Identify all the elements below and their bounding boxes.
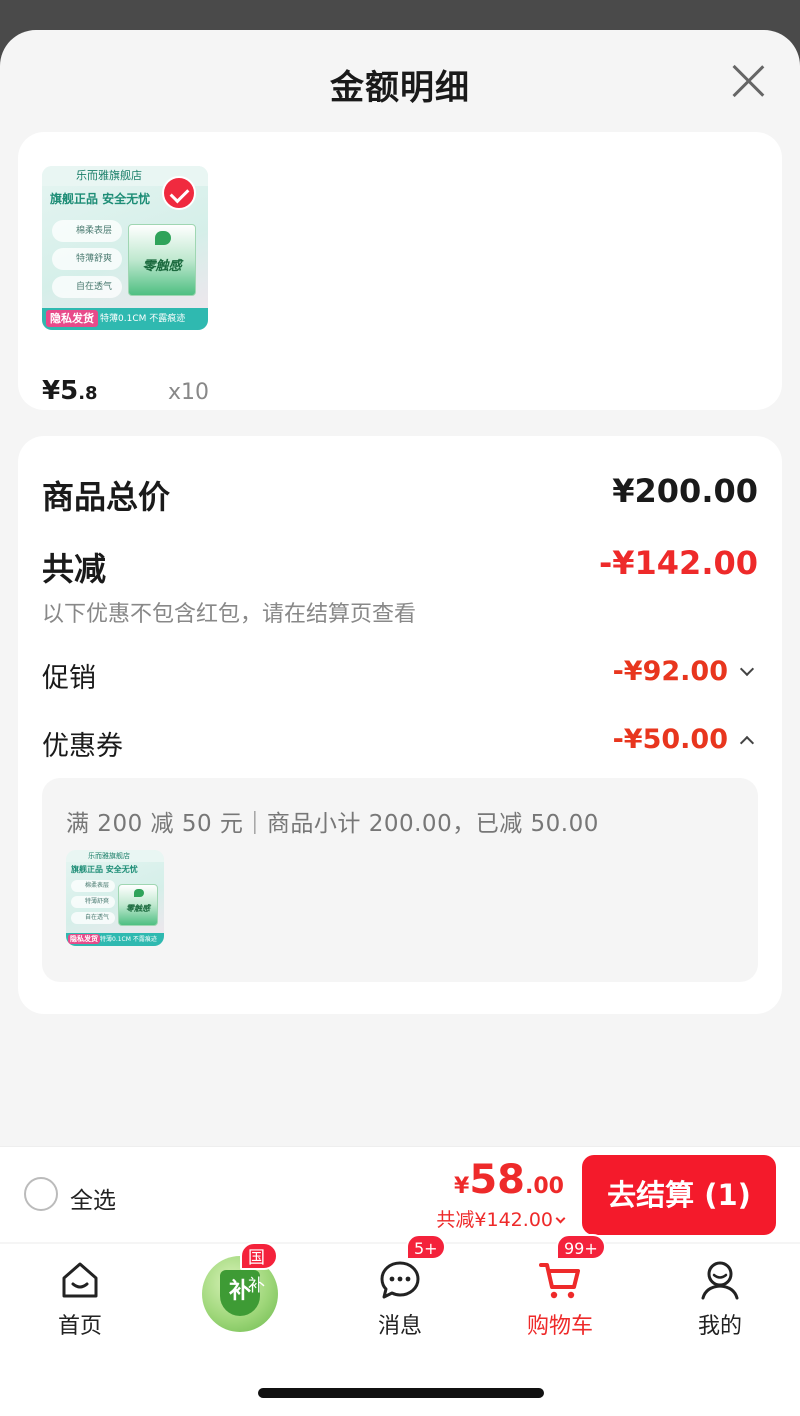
discount-note: 以下优惠不包含红包，请在结算页查看 [42, 602, 417, 627]
tab-mine-label: 我的 [697, 1314, 742, 1339]
tab-messages[interactable]: 5+ 消息 [340, 1234, 460, 1344]
checkout-bar: 全选 ¥58.00 共减¥142.00 去结算 (1) [0, 1146, 800, 1242]
sheet-header: 金额明细 [0, 30, 800, 130]
tab-messages-label: 消息 [377, 1314, 422, 1339]
checkout-button[interactable]: 去结算 (1) [582, 1155, 776, 1235]
messages-badge: 5+ [406, 1234, 446, 1260]
chevron-up-icon[interactable] [739, 735, 755, 751]
product-image-feature: 特薄舒爽 [71, 896, 115, 908]
item-price-int: ¥5 [42, 376, 79, 406]
private-shipping-tag: 隐私发货 [68, 934, 100, 944]
reduce-value: -¥142.00 [598, 544, 758, 582]
tab-mine[interactable]: 我的 [660, 1244, 780, 1344]
tab-home[interactable]: 首页 [20, 1244, 140, 1344]
pay-price-currency: ¥ [454, 1174, 470, 1199]
chevron-down-icon [555, 1213, 566, 1224]
product-image-feature: 棉柔表层 [71, 880, 115, 892]
price-detail-card: 商品总价 ¥200.00 共减 -¥142.00 以下优惠不包含红包，请在结算页… [18, 436, 782, 1014]
message-icon [380, 1261, 420, 1299]
select-all-label[interactable]: 全选 [70, 1181, 116, 1215]
sheet-title: 金额明细 [330, 68, 470, 108]
close-icon[interactable] [730, 62, 766, 98]
coupon-description: 满 200 减 50 元｜商品小计 200.00，已减 50.00 [66, 811, 599, 837]
total-label: 商品总价 [42, 478, 171, 516]
subsidy-icon: 补 国补 [202, 1242, 278, 1332]
reduce-label: 共减 [42, 550, 107, 588]
product-image-tagline: 旗舰正品 安全无忧 [71, 865, 138, 874]
bottom-tab-bar: 首页 补 国补 5+ 消息 99+ 购物车 我的 [0, 1234, 800, 1416]
product-image-feature: 特薄舒爽 [52, 248, 122, 270]
leaf-icon [155, 231, 171, 245]
home-indicator [258, 1388, 544, 1398]
home-icon [62, 1262, 98, 1298]
chevron-down-icon[interactable] [739, 661, 755, 677]
pay-reduce-text: 共减¥142.00 [436, 1209, 553, 1231]
product-image-feature: 棉柔表层 [52, 220, 122, 242]
product-pack: 零触感 [118, 884, 158, 926]
coupon-value: -¥50.00 [612, 724, 728, 755]
pay-price-dec: .00 [525, 1174, 564, 1199]
product-card: 乐而雅旗舰店 旗舰正品 安全无忧 棉柔表层 特薄舒爽 自在透气 零触感 特薄0.… [18, 132, 782, 410]
total-value: ¥200.00 [612, 472, 758, 510]
product-image-store: 乐而雅旗舰店 [66, 850, 164, 862]
product-image-feature: 自在透气 [52, 276, 122, 298]
pay-reduce-toggle[interactable]: 共减¥142.00 [436, 1205, 566, 1232]
coupon-detail-box: 满 200 减 50 元｜商品小计 200.00，已减 50.00 乐而雅旗舰店… [42, 778, 758, 982]
item-price: ¥5.8 [42, 376, 98, 406]
subsidy-badge: 国补 [240, 1242, 278, 1296]
selected-check-icon[interactable] [162, 176, 196, 210]
cart-badge: 99+ [556, 1234, 606, 1260]
coupon-label: 优惠券 [42, 731, 123, 762]
item-price-dec: .8 [78, 383, 98, 404]
promo-value: -¥92.00 [612, 656, 728, 687]
product-image-tagline: 旗舰正品 安全无忧 [50, 192, 151, 206]
user-icon [701, 1261, 739, 1300]
tab-home-label: 首页 [57, 1314, 102, 1339]
tab-cart-label: 购物车 [526, 1314, 593, 1339]
tab-cart[interactable]: 99+ 购物车 [500, 1234, 620, 1344]
product-pack-name: 零触感 [126, 904, 150, 913]
item-quantity: x10 [168, 380, 210, 405]
pay-price-int: 58 [469, 1157, 526, 1203]
private-shipping-tag: 隐私发货 [46, 310, 98, 327]
pay-price: ¥58.00 [454, 1157, 564, 1203]
product-pack-name: 零触感 [142, 259, 182, 274]
coupon-product-image[interactable]: 乐而雅旗舰店 旗舰正品 安全无忧 棉柔表层 特薄舒爽 自在透气 零触感 特薄0.… [66, 850, 164, 946]
leaf-icon [134, 889, 144, 897]
product-image-feature: 自在透气 [71, 912, 115, 924]
select-all-radio[interactable] [24, 1177, 58, 1211]
tab-subsidy[interactable]: 补 国补 [180, 1242, 300, 1344]
cart-icon [539, 1263, 580, 1299]
product-pack: 零触感 [128, 224, 196, 296]
promo-label: 促销 [42, 663, 96, 694]
